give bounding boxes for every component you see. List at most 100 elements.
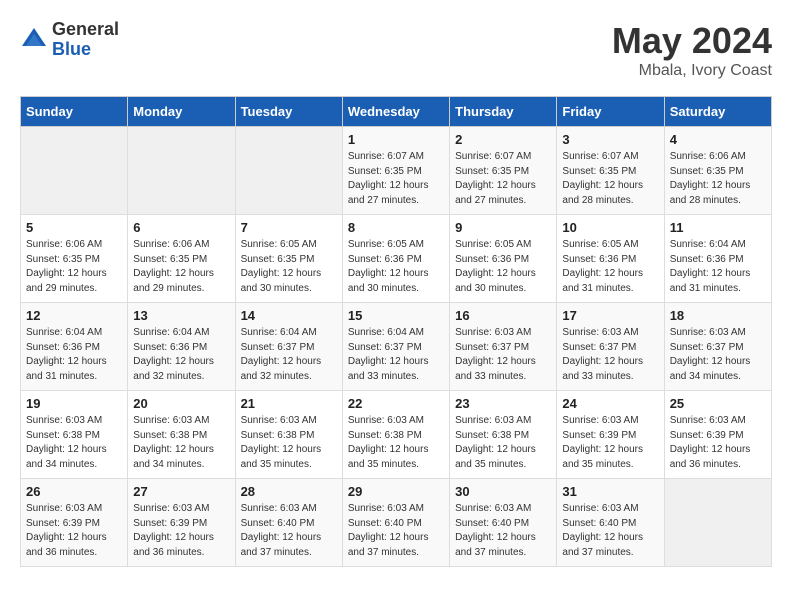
calendar-cell: 16 Sunrise: 6:03 AMSunset: 6:37 PMDayligh… bbox=[450, 303, 557, 391]
day-info: Sunrise: 6:03 AMSunset: 6:37 PMDaylight:… bbox=[455, 326, 551, 384]
weekday-header-wednesday: Wednesday bbox=[342, 97, 449, 127]
day-info: Sunrise: 6:03 AMSunset: 6:37 PMDaylight:… bbox=[562, 326, 658, 384]
weekday-header-saturday: Saturday bbox=[664, 97, 771, 127]
weekday-header-tuesday: Tuesday bbox=[235, 97, 342, 127]
page-header: General Blue May 2024 Mbala, Ivory Coast bbox=[20, 20, 772, 80]
day-info: Sunrise: 6:03 AMSunset: 6:37 PMDaylight:… bbox=[670, 326, 766, 384]
logo: General Blue bbox=[20, 20, 119, 60]
day-info: Sunrise: 6:04 AMSunset: 6:37 PMDaylight:… bbox=[241, 326, 337, 384]
calendar-cell bbox=[21, 127, 128, 215]
calendar-cell: 29Sunrise: 6:03 AMSunset: 6:40 PMDayligh… bbox=[342, 479, 449, 567]
calendar-cell: 7 Sunrise: 6:05 AMSunset: 6:35 PMDaylight… bbox=[235, 215, 342, 303]
day-number: 22 bbox=[348, 396, 444, 411]
day-number: 23 bbox=[455, 396, 551, 411]
weekday-header-row: SundayMondayTuesdayWednesdayThursdayFrid… bbox=[21, 97, 772, 127]
calendar-cell: 19 Sunrise: 6:03 AMSunset: 6:38 PMDayligh… bbox=[21, 391, 128, 479]
calendar-cell: 26 Sunrise: 6:03 AMSunset: 6:39 PMDayligh… bbox=[21, 479, 128, 567]
day-info: Sunrise: 6:05 AMSunset: 6:35 PMDaylight:… bbox=[241, 238, 337, 296]
day-number: 26 bbox=[26, 484, 122, 499]
calendar-cell: 9 Sunrise: 6:05 AMSunset: 6:36 PMDaylight… bbox=[450, 215, 557, 303]
day-number: 14 bbox=[241, 308, 337, 323]
day-info: Sunrise: 6:04 AMSunset: 6:37 PMDaylight:… bbox=[348, 326, 444, 384]
day-info: Sunrise: 6:03 AMSunset: 6:40 PMDaylight:… bbox=[455, 502, 551, 560]
calendar-cell: 23 Sunrise: 6:03 AMSunset: 6:38 PMDayligh… bbox=[450, 391, 557, 479]
calendar-cell: 21 Sunrise: 6:03 AMSunset: 6:38 PMDayligh… bbox=[235, 391, 342, 479]
calendar-cell bbox=[235, 127, 342, 215]
day-number: 21 bbox=[241, 396, 337, 411]
calendar-cell: 5 Sunrise: 6:06 AMSunset: 6:35 PMDaylight… bbox=[21, 215, 128, 303]
day-number: 29 bbox=[348, 484, 444, 499]
logo-icon bbox=[20, 26, 48, 54]
day-info: Sunrise: 6:03 AMSunset: 6:39 PMDaylight:… bbox=[670, 414, 766, 472]
calendar-cell: 13Sunrise: 6:04 AMSunset: 6:36 PMDayligh… bbox=[128, 303, 235, 391]
day-info: Sunrise: 6:06 AMSunset: 6:35 PMDaylight:… bbox=[133, 238, 229, 296]
day-number: 19 bbox=[26, 396, 122, 411]
day-number: 18 bbox=[670, 308, 766, 323]
calendar-cell: 14 Sunrise: 6:04 AMSunset: 6:37 PMDayligh… bbox=[235, 303, 342, 391]
day-number: 13 bbox=[133, 308, 229, 323]
day-info: Sunrise: 6:03 AMSunset: 6:39 PMDaylight:… bbox=[133, 502, 229, 560]
calendar-week-row: 19 Sunrise: 6:03 AMSunset: 6:38 PMDayligh… bbox=[21, 391, 772, 479]
day-info: Sunrise: 6:03 AMSunset: 6:39 PMDaylight:… bbox=[562, 414, 658, 472]
calendar-cell: 20 Sunrise: 6:03 AMSunset: 6:38 PMDayligh… bbox=[128, 391, 235, 479]
logo-blue: Blue bbox=[52, 40, 119, 60]
day-number: 2 bbox=[455, 132, 551, 147]
day-info: Sunrise: 6:03 AMSunset: 6:39 PMDaylight:… bbox=[26, 502, 122, 560]
calendar-cell: 2 Sunrise: 6:07 AMSunset: 6:35 PMDaylight… bbox=[450, 127, 557, 215]
day-info: Sunrise: 6:07 AMSunset: 6:35 PMDaylight:… bbox=[562, 150, 658, 208]
day-info: Sunrise: 6:05 AMSunset: 6:36 PMDaylight:… bbox=[562, 238, 658, 296]
calendar-cell: 22 Sunrise: 6:03 AMSunset: 6:38 PMDayligh… bbox=[342, 391, 449, 479]
calendar-cell: 10 Sunrise: 6:05 AMSunset: 6:36 PMDayligh… bbox=[557, 215, 664, 303]
calendar-cell bbox=[128, 127, 235, 215]
day-number: 7 bbox=[241, 220, 337, 235]
day-info: Sunrise: 6:03 AMSunset: 6:38 PMDaylight:… bbox=[133, 414, 229, 472]
calendar-cell: 11 Sunrise: 6:04 AMSunset: 6:36 PMDayligh… bbox=[664, 215, 771, 303]
day-info: Sunrise: 6:04 AMSunset: 6:36 PMDaylight:… bbox=[670, 238, 766, 296]
calendar-cell: 28Sunrise: 6:03 AMSunset: 6:40 PMDayligh… bbox=[235, 479, 342, 567]
calendar-week-row: 26 Sunrise: 6:03 AMSunset: 6:39 PMDayligh… bbox=[21, 479, 772, 567]
day-info: Sunrise: 6:06 AMSunset: 6:35 PMDaylight:… bbox=[26, 238, 122, 296]
calendar-cell: 24 Sunrise: 6:03 AMSunset: 6:39 PMDayligh… bbox=[557, 391, 664, 479]
calendar-cell: 3Sunrise: 6:07 AMSunset: 6:35 PMDaylight… bbox=[557, 127, 664, 215]
day-number: 5 bbox=[26, 220, 122, 235]
weekday-header-sunday: Sunday bbox=[21, 97, 128, 127]
day-info: Sunrise: 6:03 AMSunset: 6:38 PMDaylight:… bbox=[26, 414, 122, 472]
calendar-cell: 25Sunrise: 6:03 AMSunset: 6:39 PMDayligh… bbox=[664, 391, 771, 479]
weekday-header-friday: Friday bbox=[557, 97, 664, 127]
day-number: 11 bbox=[670, 220, 766, 235]
day-number: 20 bbox=[133, 396, 229, 411]
location: Mbala, Ivory Coast bbox=[612, 62, 772, 80]
day-info: Sunrise: 6:06 AMSunset: 6:35 PMDaylight:… bbox=[670, 150, 766, 208]
day-number: 17 bbox=[562, 308, 658, 323]
calendar-week-row: 5 Sunrise: 6:06 AMSunset: 6:35 PMDaylight… bbox=[21, 215, 772, 303]
calendar-table: SundayMondayTuesdayWednesdayThursdayFrid… bbox=[20, 96, 772, 567]
calendar-cell: 4 Sunrise: 6:06 AMSunset: 6:35 PMDaylight… bbox=[664, 127, 771, 215]
weekday-header-thursday: Thursday bbox=[450, 97, 557, 127]
day-info: Sunrise: 6:04 AMSunset: 6:36 PMDaylight:… bbox=[26, 326, 122, 384]
day-number: 8 bbox=[348, 220, 444, 235]
day-number: 12 bbox=[26, 308, 122, 323]
day-number: 27 bbox=[133, 484, 229, 499]
day-info: Sunrise: 6:07 AMSunset: 6:35 PMDaylight:… bbox=[348, 150, 444, 208]
day-number: 1 bbox=[348, 132, 444, 147]
day-number: 16 bbox=[455, 308, 551, 323]
day-info: Sunrise: 6:03 AMSunset: 6:38 PMDaylight:… bbox=[455, 414, 551, 472]
calendar-cell: 8Sunrise: 6:05 AMSunset: 6:36 PMDaylight… bbox=[342, 215, 449, 303]
day-number: 24 bbox=[562, 396, 658, 411]
day-number: 6 bbox=[133, 220, 229, 235]
day-info: Sunrise: 6:07 AMSunset: 6:35 PMDaylight:… bbox=[455, 150, 551, 208]
logo-general: General bbox=[52, 20, 119, 40]
calendar-cell: 12 Sunrise: 6:04 AMSunset: 6:36 PMDayligh… bbox=[21, 303, 128, 391]
day-info: Sunrise: 6:03 AMSunset: 6:38 PMDaylight:… bbox=[241, 414, 337, 472]
day-number: 9 bbox=[455, 220, 551, 235]
calendar-cell: 27 Sunrise: 6:03 AMSunset: 6:39 PMDayligh… bbox=[128, 479, 235, 567]
calendar-cell bbox=[664, 479, 771, 567]
day-number: 10 bbox=[562, 220, 658, 235]
day-info: Sunrise: 6:03 AMSunset: 6:38 PMDaylight:… bbox=[348, 414, 444, 472]
day-info: Sunrise: 6:05 AMSunset: 6:36 PMDaylight:… bbox=[455, 238, 551, 296]
logo-text: General Blue bbox=[52, 20, 119, 60]
calendar-cell: 6 Sunrise: 6:06 AMSunset: 6:35 PMDaylight… bbox=[128, 215, 235, 303]
day-number: 4 bbox=[670, 132, 766, 147]
calendar-cell: 17 Sunrise: 6:03 AMSunset: 6:37 PMDayligh… bbox=[557, 303, 664, 391]
day-info: Sunrise: 6:03 AMSunset: 6:40 PMDaylight:… bbox=[241, 502, 337, 560]
